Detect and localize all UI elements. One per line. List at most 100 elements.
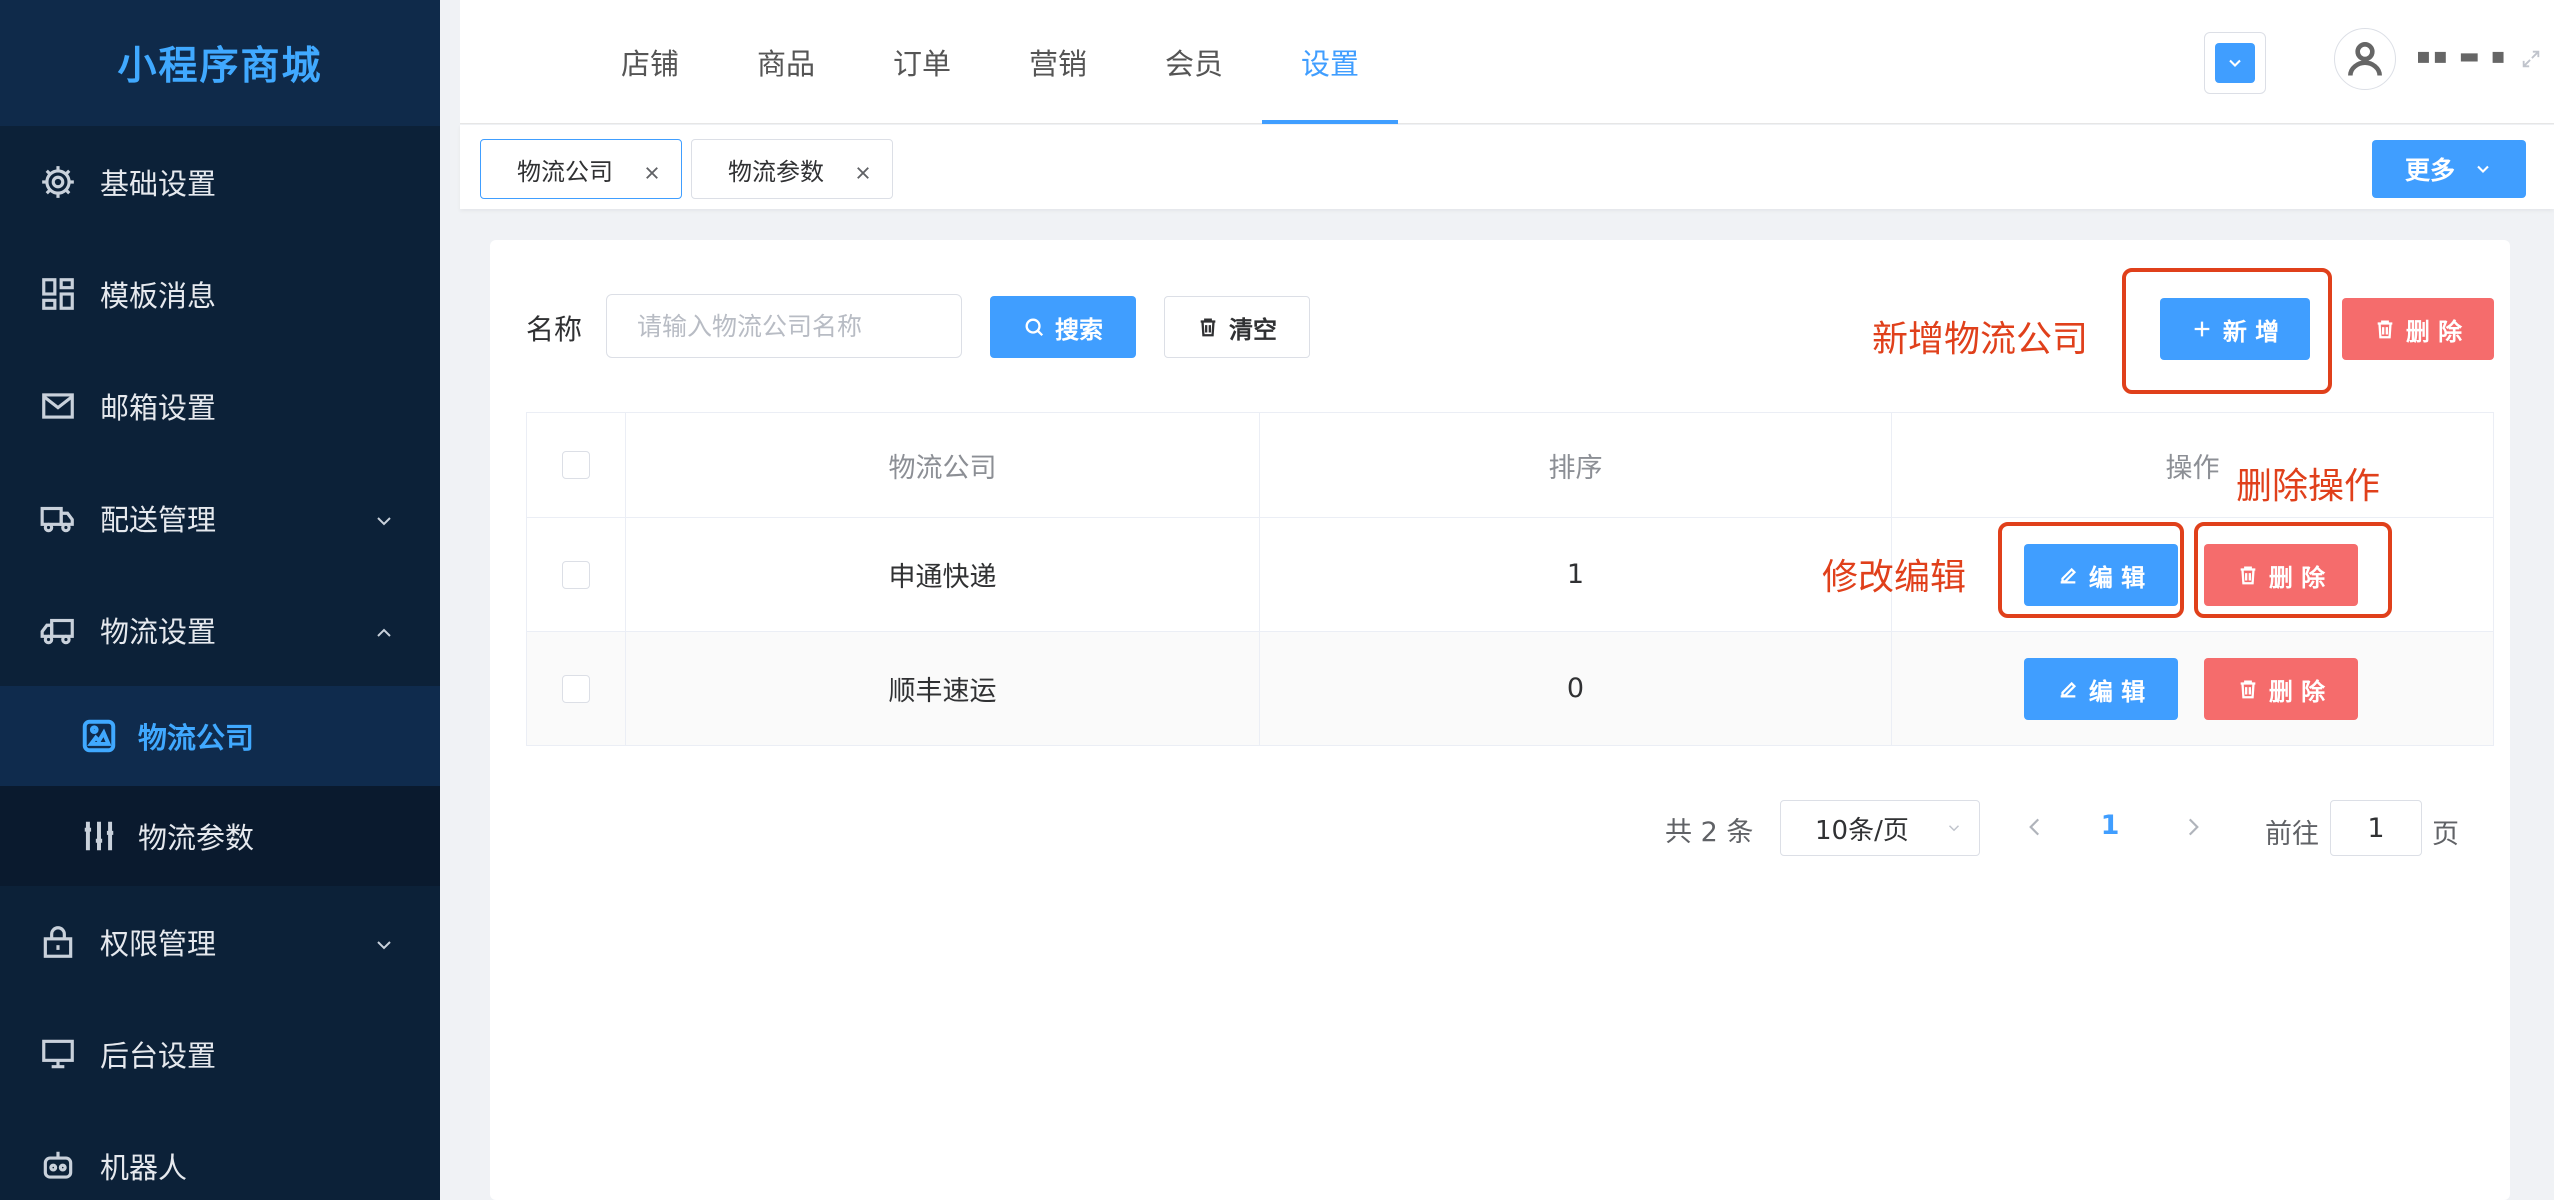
user-icon xyxy=(2348,42,2382,76)
top-bar: 店铺 商品 订单 营销 会员 设置 ▪▪ ▬ ▪ xyxy=(460,0,2554,124)
row-checkbox-cell xyxy=(526,632,626,745)
sidebar-item-label: 基础设置 xyxy=(100,167,217,201)
plus-icon xyxy=(2194,321,2210,337)
page-size-value: 10条/页 xyxy=(1815,815,1909,846)
chevron-left-icon xyxy=(2029,818,2040,836)
tab-logistics-company[interactable]: 物流公司 xyxy=(480,139,682,199)
edit-icon xyxy=(2060,681,2076,698)
sliders-icon xyxy=(80,817,118,855)
username[interactable]: ▪▪ ▬ ▪ xyxy=(2416,44,2508,69)
edit-button[interactable]: 编 辑 xyxy=(2024,658,2178,720)
truck-icon xyxy=(38,610,78,650)
delete-button-label: 删 除 xyxy=(2268,677,2326,706)
chevron-down-icon xyxy=(2229,59,2241,67)
next-page-button[interactable] xyxy=(2180,814,2206,840)
top-nav: 店铺 商品 订单 营销 会员 设置 xyxy=(582,0,1398,124)
actions-cell: 编 辑 删 除 xyxy=(1892,632,2494,745)
page-size-select[interactable]: 10条/页 xyxy=(1780,800,1980,856)
delete-button[interactable]: 删 除 xyxy=(2204,544,2358,606)
bulk-delete-button[interactable]: 删 除 xyxy=(2342,298,2494,360)
mail-icon xyxy=(38,386,78,426)
chevron-down-icon xyxy=(372,930,396,954)
header-checkbox-cell xyxy=(526,413,626,517)
select-all-checkbox[interactable] xyxy=(562,451,590,479)
robot-icon xyxy=(38,1146,78,1186)
chevron-down-icon xyxy=(2477,165,2489,173)
prev-page-button[interactable] xyxy=(2022,814,2048,840)
sidebar-item-label: 权限管理 xyxy=(100,927,217,961)
current-page[interactable]: 1 xyxy=(2090,810,2130,841)
top-nav-store[interactable]: 店铺 xyxy=(582,0,718,124)
header-company: 物流公司 xyxy=(626,413,1260,517)
tab-label: 物流参数 xyxy=(728,157,824,186)
sidebar-item-template-messages[interactable]: 模板消息 xyxy=(0,238,440,350)
monitor-icon xyxy=(38,1034,78,1074)
delivery-icon xyxy=(38,498,78,538)
top-nav-goods[interactable]: 商品 xyxy=(718,0,854,124)
theme-dropdown[interactable] xyxy=(2204,32,2266,94)
sidebar-item-label: 物流设置 xyxy=(100,615,217,649)
sidebar-item-logistics-company[interactable]: 物流公司 xyxy=(0,686,440,786)
actions-cell: 修改编辑 编 辑 删 除 xyxy=(1822,518,2494,631)
tab-label: 物流公司 xyxy=(517,157,613,186)
sidebar-item-delivery[interactable]: 配送管理 xyxy=(0,462,440,574)
sort-cell: 0 xyxy=(1260,632,1892,745)
delete-button[interactable]: 删 除 xyxy=(2204,658,2358,720)
sidebar-item-logistics[interactable]: 物流设置 xyxy=(0,574,440,686)
pagination: 共 2 条 10条/页 1 前往 页 xyxy=(490,800,2510,860)
edit-button[interactable]: 编 辑 xyxy=(2024,544,2178,606)
sidebar-item-label: 邮箱设置 xyxy=(100,391,217,425)
chevron-up-icon xyxy=(372,618,396,642)
row-checkbox-cell xyxy=(526,518,626,631)
sidebar-item-basic-settings[interactable]: 基础设置 xyxy=(0,126,440,238)
top-nav-marketing[interactable]: 营销 xyxy=(990,0,1126,124)
sidebar-item-label: 机器人 xyxy=(100,1151,188,1185)
sidebar-item-label: 配送管理 xyxy=(100,503,217,537)
close-icon[interactable] xyxy=(643,160,661,179)
bulk-delete-button-label: 删 除 xyxy=(2405,317,2463,346)
edit-button-label: 编 辑 xyxy=(2088,677,2146,706)
delete-button-label: 删 除 xyxy=(2268,563,2326,592)
sidebar-item-admin-settings[interactable]: 后台设置 xyxy=(0,998,440,1110)
top-nav-settings[interactable]: 设置 xyxy=(1262,0,1398,124)
sidebar-item-logistics-params[interactable]: 物流参数 xyxy=(0,786,440,886)
main-card: 名称 搜索 清空 新增物流公司 新 增 删 除 物流公司 排序 操作 删除操作 xyxy=(490,240,2510,1200)
sidebar-subitem-label: 物流公司 xyxy=(138,721,255,755)
sidebar-item-mail-settings[interactable]: 邮箱设置 xyxy=(0,350,440,462)
sidebar-subitem-label: 物流参数 xyxy=(138,821,255,855)
grid-icon xyxy=(38,274,78,314)
table-row: 顺丰速运 0 编 辑 删 除 xyxy=(526,632,2494,746)
avatar[interactable] xyxy=(2334,28,2396,90)
fullscreen-icon[interactable] xyxy=(2520,48,2542,70)
more-button-label: 更多 xyxy=(2404,156,2455,185)
more-button[interactable]: 更多 xyxy=(2372,140,2526,198)
page-suffix: 页 xyxy=(2432,819,2459,850)
chevron-down-icon xyxy=(1948,825,1960,832)
sidebar: 小程序商城 基础设置 模板消息 邮箱设置 配送管理 物流设置 物流公司 物流参数… xyxy=(0,0,440,1200)
search-input[interactable] xyxy=(606,294,962,358)
tab-logistics-params[interactable]: 物流参数 xyxy=(691,139,893,199)
clear-button[interactable]: 清空 xyxy=(1164,296,1310,358)
logistics-table: 物流公司 排序 操作 删除操作 申通快递 1 修改编辑 编 辑 删 除 顺丰速运… xyxy=(526,412,2494,746)
sidebar-item-permissions[interactable]: 权限管理 xyxy=(0,886,440,998)
trash-icon xyxy=(2240,680,2256,699)
search-icon xyxy=(1025,318,1044,337)
search-button-label: 搜索 xyxy=(1055,315,1103,344)
header-sort: 排序 xyxy=(1260,413,1892,517)
top-nav-members[interactable]: 会员 xyxy=(1126,0,1262,124)
company-cell: 申通快递 xyxy=(626,518,1260,631)
add-button[interactable]: 新 增 xyxy=(2160,298,2310,360)
tabs-bar: 物流公司 物流参数 更多 xyxy=(460,125,2554,209)
close-icon[interactable] xyxy=(854,160,872,179)
sidebar-item-robot[interactable]: 机器人 xyxy=(0,1110,440,1200)
lock-icon xyxy=(38,922,78,962)
trash-icon xyxy=(2240,566,2256,585)
sidebar-item-label: 后台设置 xyxy=(100,1039,217,1073)
goto-page-input[interactable] xyxy=(2330,800,2422,856)
row-checkbox[interactable] xyxy=(562,674,590,703)
top-nav-orders[interactable]: 订单 xyxy=(854,0,990,124)
search-button[interactable]: 搜索 xyxy=(990,296,1136,358)
annotation-add: 新增物流公司 xyxy=(1872,319,2089,360)
row-checkbox[interactable] xyxy=(562,560,590,589)
table-row: 申通快递 1 修改编辑 编 辑 删 除 xyxy=(526,518,2494,632)
